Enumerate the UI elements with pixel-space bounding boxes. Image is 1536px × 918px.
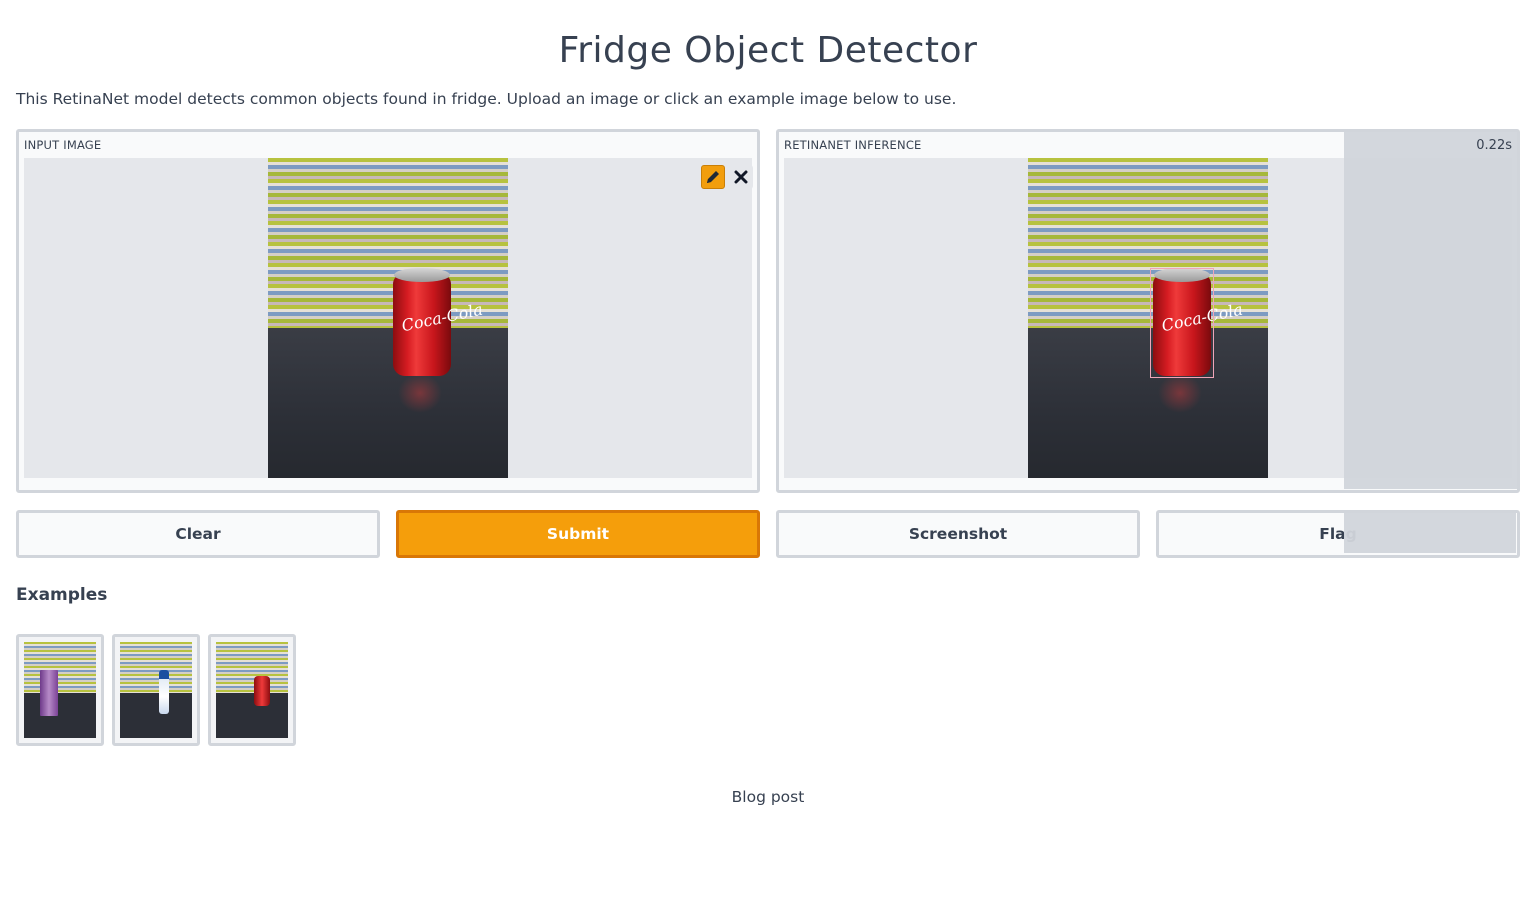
edit-image-button[interactable] [701, 165, 725, 189]
example-thumbnail-milk[interactable] [16, 634, 104, 746]
example-thumbnail-can[interactable] [208, 634, 296, 746]
screenshot-button[interactable]: Screenshot [776, 510, 1140, 558]
input-image-canvas[interactable]: Coca-Cola [24, 158, 753, 478]
inference-output-label: RETINANET INFERENCE [784, 138, 922, 152]
input-image-label: INPUT IMAGE [24, 138, 102, 152]
example-thumbnail-bottle[interactable] [112, 634, 200, 746]
close-icon [734, 170, 748, 184]
detection-bounding-box [1150, 268, 1214, 378]
clear-button[interactable]: Clear [16, 510, 380, 558]
loading-overlay: 0.22s [1344, 132, 1520, 489]
page-title: Fridge Object Detector [558, 30, 978, 71]
flag-loading-overlay [1344, 513, 1516, 553]
clear-image-button[interactable] [729, 165, 753, 189]
inference-timer: 0.22s [1476, 138, 1512, 153]
page-description: This RetinaNet model detects common obje… [16, 90, 957, 108]
input-image: Coca-Cola [268, 158, 508, 478]
pencil-icon [707, 171, 719, 183]
inference-image: Coca-Cola [1028, 158, 1268, 478]
submit-button[interactable]: Submit [396, 510, 760, 558]
input-image-panel: INPUT IMAGE Coca-Cola [16, 129, 760, 493]
blog-post-link[interactable]: Blog post [0, 788, 1536, 806]
examples-title: Examples [16, 585, 108, 605]
